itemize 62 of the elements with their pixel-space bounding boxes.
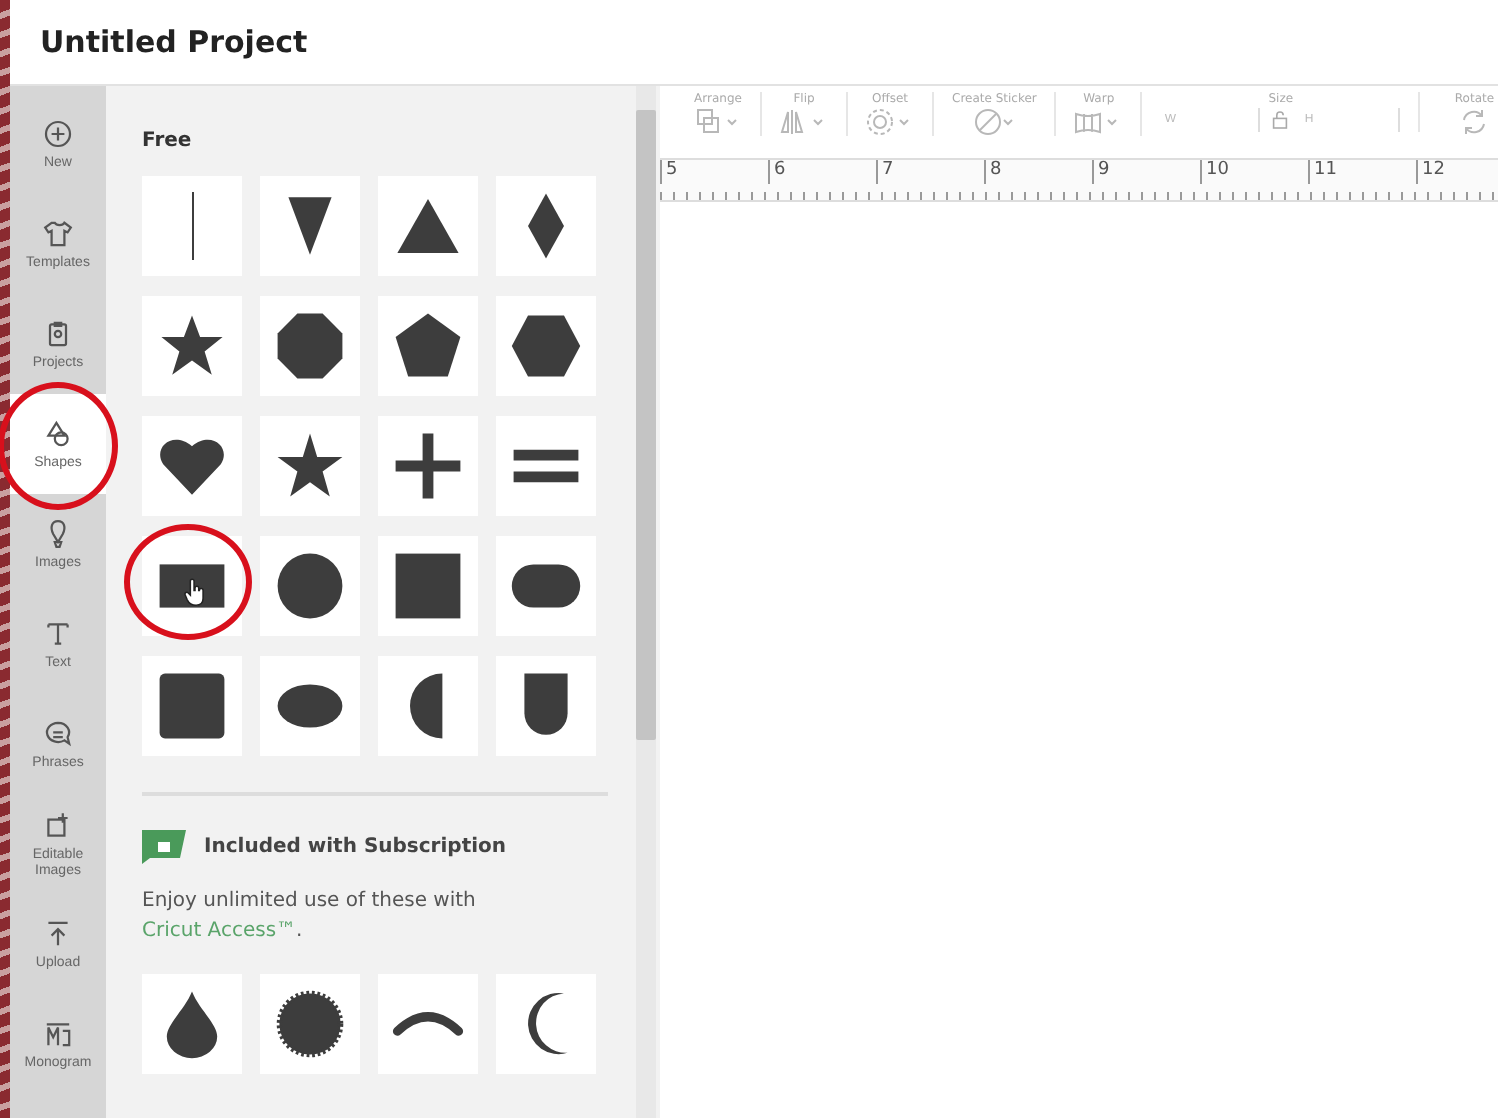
section-heading: Included with Subscription: [204, 835, 507, 857]
shape-tile[interactable]: [496, 656, 596, 756]
monogram-icon: [42, 1017, 74, 1050]
shape-tile[interactable]: [496, 296, 596, 396]
plus-shape-icon: [392, 430, 464, 502]
ruler-number: 11: [1308, 160, 1416, 184]
shape-tile[interactable]: [260, 536, 360, 636]
shape-tile[interactable]: [260, 176, 360, 276]
shape-tile[interactable]: [142, 656, 242, 756]
octagon-shape-icon: [274, 310, 346, 382]
bubble-icon: [42, 717, 74, 750]
shapes-icon: [42, 417, 74, 450]
scrollbar[interactable]: [636, 86, 656, 1118]
hexagon-shape-icon: [510, 310, 582, 382]
offset-icon: [866, 108, 914, 136]
ruler-number: 9: [1092, 160, 1200, 184]
cricut-access-link[interactable]: Cricut Access™: [142, 919, 297, 941]
shape-tile[interactable]: [142, 416, 242, 516]
pentagon-shape-icon: [392, 310, 464, 382]
section-heading: Free: [142, 130, 194, 152]
flip-icon: [780, 108, 828, 136]
ruler-number: 10: [1200, 160, 1308, 184]
square-shape-icon: [392, 550, 464, 622]
shape-tile[interactable]: [496, 974, 596, 1074]
edit-icon: [42, 809, 74, 842]
ruler-number: 12: [1416, 160, 1498, 184]
circle-shape-icon: [274, 550, 346, 622]
lock-badge-icon: [142, 828, 186, 864]
shirt-icon: [42, 217, 74, 250]
subscription-text: Enjoy unlimited use of these with Cricut Access™.: [142, 888, 478, 945]
shape-tile[interactable]: [378, 416, 478, 516]
shape-tile[interactable]: [260, 974, 360, 1074]
window-title: Untitled Project: [40, 24, 308, 60]
shape-tile[interactable]: [260, 656, 360, 756]
sticker-icon: [970, 108, 1019, 136]
ruler-number: 8: [984, 160, 1092, 184]
shape-tile[interactable]: [496, 176, 596, 276]
shape-tile[interactable]: [496, 416, 596, 516]
line-shape-icon: [191, 192, 193, 260]
arrange-icon: [694, 108, 742, 136]
shape-tile[interactable]: [142, 176, 242, 276]
star-thin-shape-icon: [274, 430, 346, 502]
plus-icon: [42, 117, 74, 150]
rounded-square-shape-icon: [156, 670, 228, 742]
shape-tile[interactable]: [378, 656, 478, 756]
shape-tile[interactable]: [496, 536, 596, 636]
shape-tile[interactable]: [142, 296, 242, 396]
shape-tile[interactable]: [260, 416, 360, 516]
warp-icon: [1074, 108, 1123, 136]
upload-icon: [42, 917, 74, 950]
shape-tile[interactable]: [378, 974, 478, 1074]
shape-tile[interactable]: [378, 176, 478, 276]
shape-tile[interactable]: [142, 974, 242, 1074]
shape-tile[interactable]: [378, 536, 478, 636]
ruler-number: 5: [660, 160, 768, 184]
shape-tile[interactable]: [260, 296, 360, 396]
ruler-number: 6: [768, 160, 876, 184]
ruler-number: 7: [876, 160, 984, 184]
shape-tile[interactable]: [142, 536, 242, 636]
shape-tile[interactable]: [378, 296, 478, 396]
text-icon: [42, 617, 74, 650]
seal-shape-icon: [274, 988, 346, 1060]
